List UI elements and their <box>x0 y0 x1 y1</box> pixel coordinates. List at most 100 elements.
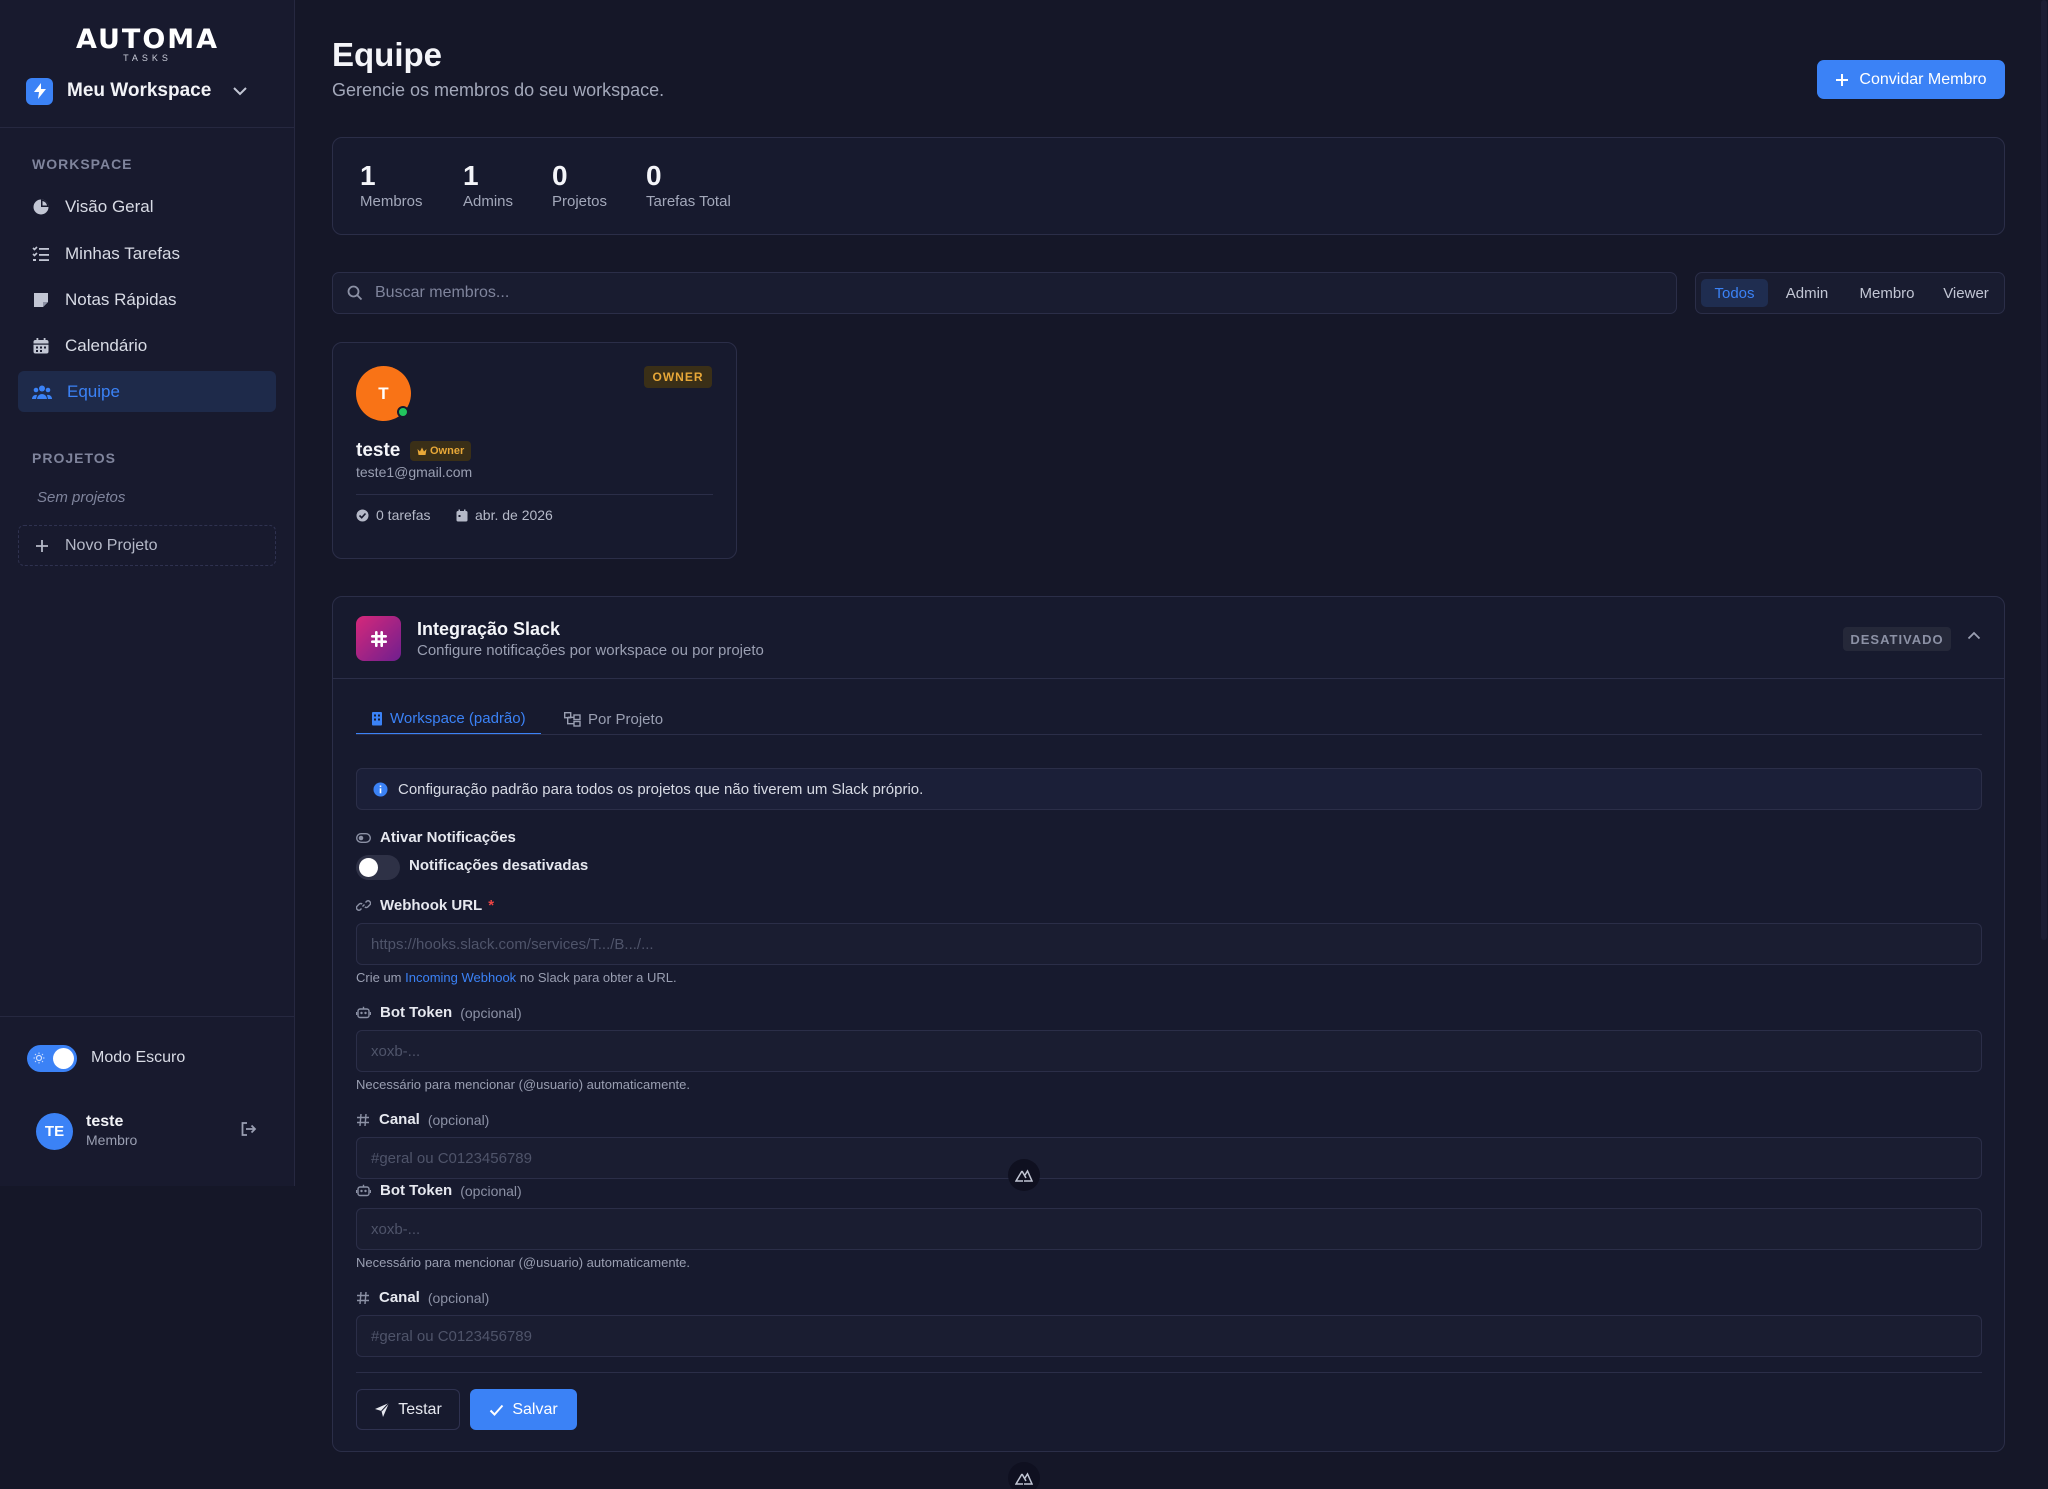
filter-membro[interactable]: Membro <box>1848 279 1926 307</box>
search-icon <box>347 285 363 301</box>
task-count-text: 0 tarefas <box>376 507 431 523</box>
empty-projects-text: Sem projetos <box>37 489 126 506</box>
field-label-text: Bot Token <box>380 1004 453 1021</box>
webhook-url-input[interactable] <box>356 923 1982 965</box>
member-joined: abr. de 2026 <box>456 507 553 523</box>
bot-token-input[interactable] <box>356 1030 1982 1072</box>
filter-todos[interactable]: Todos <box>1701 279 1768 307</box>
member-email: teste1@gmail.com <box>356 464 473 480</box>
test-button-label: Testar <box>398 1400 442 1418</box>
divider <box>0 127 295 128</box>
logout-icon[interactable] <box>240 1121 257 1137</box>
stat-admins: 1 Admins <box>463 160 513 210</box>
member-card[interactable]: T OWNER teste Owner teste1@gmail.com 0 t… <box>332 342 737 559</box>
bot-token-field-label: Bot Token (opcional) <box>356 1004 522 1021</box>
incoming-webhook-link[interactable]: Incoming Webhook <box>405 970 516 985</box>
bot-token-input[interactable] <box>356 1208 1982 1250</box>
chevron-up-icon[interactable] <box>1967 631 1981 640</box>
devtools-icon[interactable] <box>1008 1159 1040 1191</box>
avatar[interactable]: TE <box>36 1113 73 1150</box>
role-filter: Todos Admin Membro Viewer <box>1695 272 2005 314</box>
stats-panel: 1 Membros 1 Admins 0 Projetos 0 Tarefas … <box>332 137 2005 235</box>
toggle-knob <box>359 858 378 877</box>
channel-input[interactable] <box>356 1315 1982 1357</box>
sidebar-item-calendario[interactable]: Calendário <box>18 325 276 366</box>
crown-icon <box>417 447 427 456</box>
sidebar-item-visao-geral[interactable]: Visão Geral <box>18 186 276 227</box>
sidebar-footer-space <box>0 1186 296 1489</box>
field-label-text: Canal <box>379 1111 420 1128</box>
member-name: teste <box>356 440 401 461</box>
tab-workspace-default[interactable]: Workspace (padrão) <box>356 703 541 735</box>
logo-subtext: TASKS <box>123 53 172 63</box>
sidebar-item-label: Visão Geral <box>65 196 154 216</box>
info-icon <box>373 782 388 797</box>
pie-chart-icon <box>32 198 50 216</box>
app-logo[interactable]: AUTOMA TASKS <box>0 24 295 63</box>
divider <box>333 678 2004 679</box>
check-icon <box>489 1404 504 1416</box>
invite-member-label: Convidar Membro <box>1859 70 1987 88</box>
sidebar-item-notas-rapidas[interactable]: Notas Rápidas <box>18 279 276 320</box>
toggle-icon <box>356 832 371 843</box>
dark-mode-label: Modo Escuro <box>91 1049 186 1066</box>
test-button[interactable]: Testar <box>356 1389 460 1430</box>
stat-label: Projetos <box>552 193 608 210</box>
sidebar-item-equipe[interactable]: Equipe <box>18 371 276 412</box>
online-indicator <box>397 406 409 418</box>
page-title: Equipe <box>332 36 443 73</box>
member-task-count: 0 tarefas <box>356 507 430 523</box>
divider <box>356 1372 1982 1373</box>
field-label-text: Canal <box>379 1289 420 1306</box>
user-role: Membro <box>86 1132 138 1148</box>
dark-mode-toggle[interactable] <box>27 1045 77 1072</box>
user-name: teste <box>86 1113 124 1130</box>
users-icon <box>32 384 52 400</box>
stat-label: Membros <box>360 193 423 210</box>
optional-marker: (opcional) <box>427 1289 490 1306</box>
toggle-knob <box>53 1048 74 1069</box>
filter-admin[interactable]: Admin <box>1774 279 1840 307</box>
slack-integration-panel: Integração Slack Configure notificações … <box>332 596 2005 1452</box>
scrollbar[interactable] <box>2040 0 2048 1489</box>
notifications-toggle[interactable] <box>356 855 400 880</box>
checklist-icon <box>32 245 50 263</box>
help-suffix: no Slack para obter a URL. <box>519 970 677 985</box>
save-button[interactable]: Salvar <box>470 1389 577 1430</box>
role-badge: OWNER <box>644 366 712 388</box>
stat-tasks-total: 0 Tarefas Total <box>646 160 731 210</box>
filter-viewer[interactable]: Viewer <box>1932 279 2000 307</box>
scrollbar-thumb[interactable] <box>2041 0 2047 940</box>
help-prefix: Crie um <box>356 970 402 985</box>
section-heading-workspace: WORKSPACE <box>32 156 133 172</box>
page-subtitle: Gerencie os membros do seu workspace. <box>332 80 665 100</box>
divider <box>356 494 713 495</box>
status-badge: DESATIVADO <box>1843 627 1951 651</box>
info-banner: Configuração padrão para todos os projet… <box>356 768 1982 810</box>
devtools-icon[interactable] <box>1008 1462 1040 1489</box>
lightning-icon <box>26 77 53 105</box>
channel-field-label: Canal (opcional) <box>356 1289 489 1306</box>
joined-date-text: abr. de 2026 <box>475 507 553 523</box>
tab-por-projeto[interactable]: Por Projeto <box>564 703 663 735</box>
stat-value: 0 <box>552 160 568 191</box>
sidebar-item-minhas-tarefas[interactable]: Minhas Tarefas <box>18 233 276 274</box>
bot-token-help-text: Necessário para mencionar (@usuario) aut… <box>356 1077 691 1092</box>
calendar-icon <box>456 509 468 522</box>
hash-icon <box>356 1113 370 1127</box>
field-label-text: Webhook URL <box>380 897 483 914</box>
channel-input[interactable] <box>356 1137 1982 1179</box>
invite-member-button[interactable]: Convidar Membro <box>1817 60 2005 99</box>
stat-members: 1 Membros <box>360 160 423 210</box>
workspace-switcher[interactable]: Meu Workspace <box>26 77 256 105</box>
stat-value: 0 <box>646 160 662 191</box>
new-project-button[interactable]: Novo Projeto <box>18 525 276 566</box>
tabs-divider <box>356 734 1982 735</box>
robot-icon <box>356 1184 371 1197</box>
sidebar-item-label: Equipe <box>67 381 120 401</box>
stat-label: Tarefas Total <box>646 193 731 210</box>
channel-field-label: Canal (opcional) <box>356 1111 489 1128</box>
section-heading-projetos: PROJETOS <box>32 450 116 466</box>
tab-label: Workspace (padrão) <box>390 709 526 727</box>
search-input[interactable] <box>375 284 1575 302</box>
